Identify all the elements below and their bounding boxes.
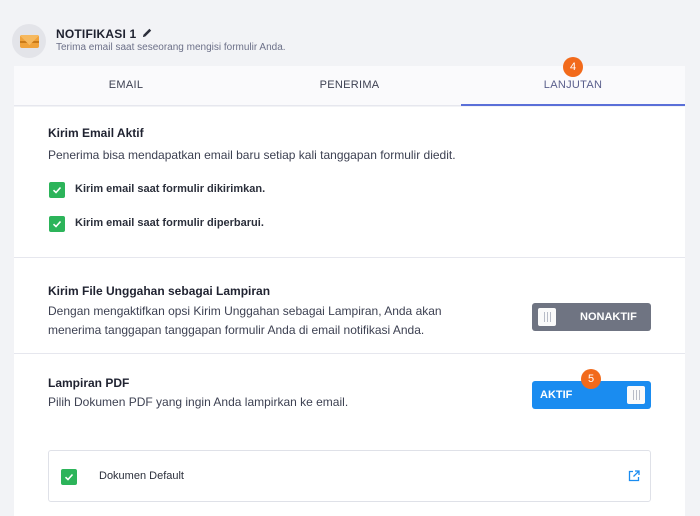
attachments-description-line2: menerima tanggapan tanggapan formulir An… xyxy=(48,323,425,337)
attachments-toggle[interactable]: NONAKTIF xyxy=(532,303,651,331)
pdf-toggle-label: AKTIF xyxy=(540,389,573,401)
toggle-grip-icon xyxy=(627,386,645,404)
pencil-icon[interactable] xyxy=(141,27,153,39)
toggle-grip-icon xyxy=(538,308,556,326)
pdf-heading: Lampiran PDF xyxy=(48,376,130,390)
attachments-heading: Kirim File Unggahan sebagai Lampiran xyxy=(48,284,271,298)
step-badge-5: 5 xyxy=(581,369,601,389)
envelope-icon xyxy=(20,35,39,48)
check-icon xyxy=(52,186,62,194)
check-icon xyxy=(52,220,62,228)
external-link-icon[interactable] xyxy=(627,469,641,483)
step-badge-4: 4 xyxy=(563,57,583,77)
checkbox-on-submit[interactable] xyxy=(49,182,65,198)
pdf-document-checkbox[interactable] xyxy=(61,469,77,485)
check-icon xyxy=(64,473,74,481)
pdf-document-label: Dokumen Default xyxy=(99,470,184,482)
pdf-document-row[interactable]: Dokumen Default xyxy=(48,450,651,502)
checkbox-on-submit-label[interactable]: Kirim email saat formulir dikirimkan. xyxy=(75,183,265,195)
pdf-description: Pilih Dokumen PDF yang ingin Anda lampir… xyxy=(48,395,349,409)
notification-title[interactable]: NOTIFIKASI 1 xyxy=(56,27,136,41)
active-email-section: Kirim Email Aktif Penerima bisa mendapat… xyxy=(14,107,685,258)
notification-subtitle: Terima email saat seseorang mengisi form… xyxy=(56,42,286,53)
tab-penerima[interactable]: PENERIMA xyxy=(238,66,461,106)
checkbox-on-update[interactable] xyxy=(49,216,65,232)
active-email-heading: Kirim Email Aktif xyxy=(48,126,144,140)
attachments-section: Kirim File Unggahan sebagai Lampiran Den… xyxy=(14,258,685,354)
advanced-settings-panel: Kirim Email Aktif Penerima bisa mendapat… xyxy=(14,107,685,516)
attachments-toggle-label: NONAKTIF xyxy=(580,311,637,323)
attachments-description-line1: Dengan mengaktifkan opsi Kirim Unggahan … xyxy=(48,304,442,318)
tab-email[interactable]: EMAIL xyxy=(14,66,238,106)
notification-avatar xyxy=(12,24,46,58)
active-email-description: Penerima bisa mendapatkan email baru set… xyxy=(48,148,456,162)
checkbox-on-update-label[interactable]: Kirim email saat formulir diperbarui. xyxy=(75,217,264,229)
notification-header: NOTIFIKASI 1 Terima email saat seseorang… xyxy=(0,0,700,66)
tab-bar: EMAIL PENERIMA LANJUTAN xyxy=(14,66,685,106)
